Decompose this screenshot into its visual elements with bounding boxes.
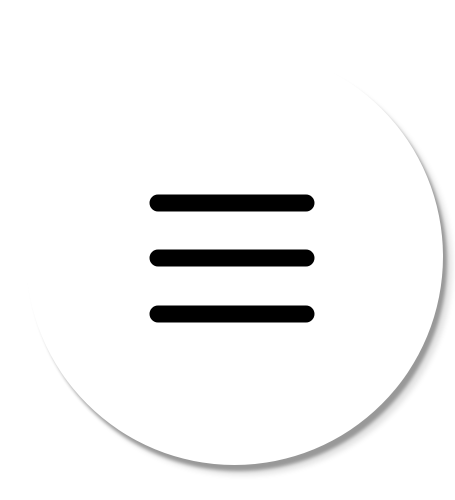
menu-stage (0, 0, 455, 500)
menu-button[interactable] (26, 48, 443, 465)
